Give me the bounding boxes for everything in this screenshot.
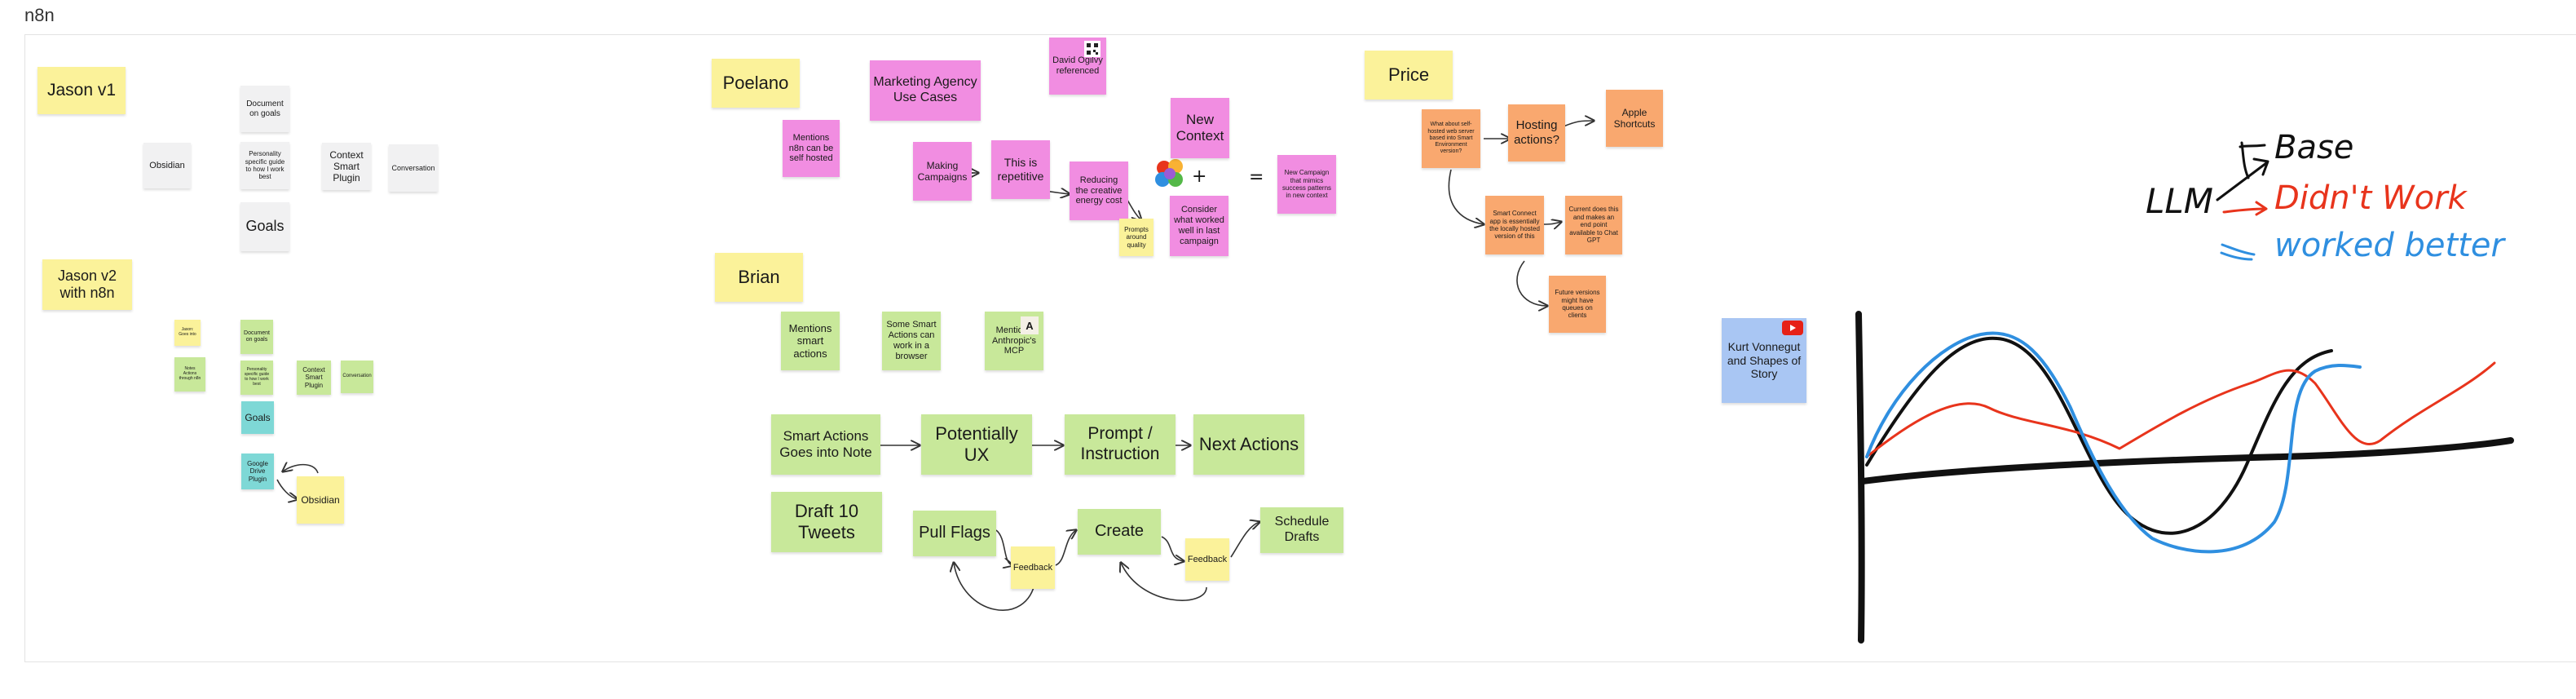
price-title-note[interactable]: Price	[1365, 51, 1453, 100]
context-smart-plugin-note[interactable]: Context Smart Plugin	[322, 143, 371, 190]
conversation-note[interactable]: Conversation	[389, 144, 438, 192]
qr-icon	[1084, 41, 1101, 57]
v2-conversation-note[interactable]: Conversation	[341, 361, 373, 393]
brain-icon	[1153, 157, 1189, 192]
worked-better-handwriting: worked better	[2274, 227, 2504, 264]
base-handwriting: Base	[2274, 129, 2354, 166]
llm-handwriting: LLM	[2146, 181, 2214, 221]
self-hosted-note[interactable]: Mentions n8n can be self hosted	[783, 120, 840, 177]
future-versions-note[interactable]: Future versions might have queues on cli…	[1549, 276, 1606, 333]
mentions-smart-actions-note[interactable]: Mentions smart actions	[781, 312, 840, 370]
obsidian-note[interactable]: Obsidian	[143, 143, 191, 188]
anthropic-logo-icon: A	[1021, 316, 1039, 334]
smart-actions-note[interactable]: Smart Actions Goes into Note	[771, 414, 880, 475]
create-note[interactable]: Create	[1078, 509, 1161, 555]
story-shapes-graph	[1855, 311, 2514, 644]
consider-what-worked-note[interactable]: Consider what worked well in last campai…	[1170, 196, 1228, 256]
new-campaign-note[interactable]: New Campaign that mimics success pattern…	[1277, 155, 1336, 214]
apple-shortcuts-note[interactable]: Apple Shortcuts	[1606, 90, 1663, 147]
plus-sign: +	[1192, 166, 1207, 187]
connectors-layer	[276, 0, 2514, 644]
youtube-icon	[1782, 321, 1803, 335]
v2-obsidian-note[interactable]: Obsidian	[297, 476, 344, 524]
didnt-work-handwriting: Didn't Work	[2274, 179, 2467, 217]
schedule-drafts-note[interactable]: Schedule Drafts	[1260, 507, 1343, 553]
v2-goals-note[interactable]: Goals	[241, 401, 274, 434]
v2-context-smart-plugin-note[interactable]: Context Smart Plugin	[297, 361, 331, 395]
marketing-agency-note[interactable]: Marketing Agency Use Cases	[870, 60, 981, 121]
jason-v1-title-note[interactable]: Jason v1	[37, 67, 126, 114]
new-context-note[interactable]: New Context	[1171, 98, 1229, 158]
hosting-actions-note[interactable]: Hosting actions?	[1508, 104, 1565, 161]
prompts-quality-note[interactable]: Prompts around quality	[1119, 219, 1153, 256]
goals-note[interactable]: Goals	[240, 202, 289, 251]
making-campaigns-note[interactable]: Making Campaigns	[913, 142, 972, 201]
feedback-note-2[interactable]: Feedback	[1185, 538, 1229, 581]
reducing-creative-note[interactable]: Reducing the creative energy cost	[1070, 161, 1128, 220]
next-actions-note[interactable]: Next Actions	[1193, 414, 1304, 475]
v2-document-on-goals-note[interactable]: Document on goals	[240, 320, 273, 354]
self-hosted-server-note[interactable]: What about self-hosted web server based …	[1422, 109, 1480, 168]
prompt-instruction-note[interactable]: Prompt / Instruction	[1065, 414, 1176, 475]
pull-flags-note[interactable]: Pull Flags	[913, 511, 996, 556]
v2-personality-guide-note[interactable]: Personality specific guide to how I work…	[240, 361, 273, 395]
poelano-title-note[interactable]: Poelano	[712, 59, 800, 108]
document-on-goals-note[interactable]: Document on goals	[240, 86, 289, 132]
some-smart-actions-note[interactable]: Some Smart Actions can work in a browser	[882, 312, 941, 370]
feedback-note-1[interactable]: Feedback	[1011, 546, 1055, 589]
potentially-ux-note[interactable]: Potentially UX	[921, 414, 1032, 475]
this-is-repetitive-note[interactable]: This is repetitive	[991, 140, 1050, 199]
draft-tweets-note[interactable]: Draft 10 Tweets	[771, 492, 882, 552]
notes-actions-note[interactable]: Notes Actions through n8n	[174, 357, 205, 392]
brian-title-note[interactable]: Brian	[715, 253, 803, 302]
current-does-note[interactable]: Current does this and makes an end point…	[1565, 196, 1622, 254]
smart-connect-note[interactable]: Smart Connect app is essentially the loc…	[1485, 196, 1544, 254]
google-drive-plugin-note[interactable]: Google Drive Plugin	[241, 453, 274, 489]
jason-v2-title-note[interactable]: Jason v2 with n8n	[42, 259, 132, 310]
equals-sign: =	[1249, 167, 1264, 188]
jason-goes-into-note[interactable]: Jason: Goes into	[174, 320, 201, 346]
personality-guide-note[interactable]: Personality specific guide to how I work…	[240, 142, 289, 189]
